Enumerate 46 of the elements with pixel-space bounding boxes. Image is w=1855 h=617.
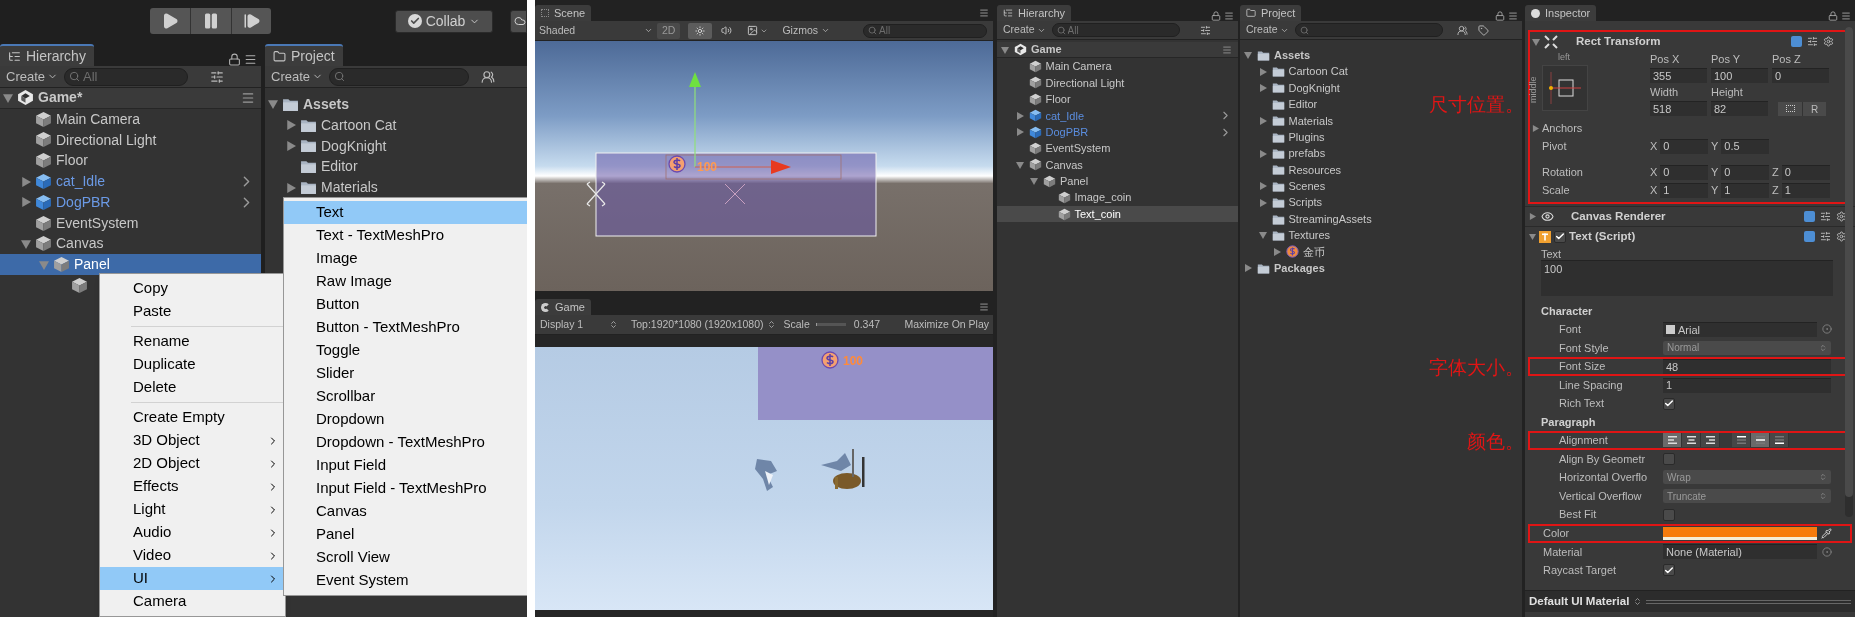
field-label: Text <box>1540 247 1563 260</box>
axis-label: Z <box>1772 182 1779 198</box>
component-title: Rect Transform <box>1576 33 1661 49</box>
axis-label: Z <box>1772 164 1779 180</box>
field-label: Font Style <box>1559 340 1610 356</box>
component-title: Text (Script) <box>1569 228 1636 244</box>
coin-count-text: 100 <box>843 353 864 370</box>
section-title: Character <box>1540 303 1594 319</box>
field-label: Pos Z <box>1772 51 1802 67</box>
section-title: Paragraph <box>1540 414 1597 430</box>
component-title: Canvas Renderer <box>1571 208 1666 224</box>
field-label: Vertical Overflow <box>1559 488 1643 504</box>
field-label: Font <box>1559 322 1582 338</box>
annotation-text: 字体大小。 <box>1429 355 1524 381</box>
field-label: Scale <box>1542 182 1571 198</box>
field-label: Rotation <box>1542 164 1584 180</box>
field-label: Anchors <box>1542 120 1583 136</box>
field-label: Height <box>1711 84 1744 100</box>
field-label: Raycast Target <box>1543 563 1618 579</box>
field-label: Color <box>1543 526 1571 541</box>
scale-value: 0.347 <box>853 316 881 332</box>
axis-label: X <box>1650 164 1658 180</box>
field-label: Font Size <box>1559 359 1607 375</box>
anchor-label: left <box>1558 51 1570 64</box>
field-label: Align By Geometr <box>1559 451 1647 467</box>
field-label: Pos X <box>1650 51 1681 67</box>
scale-label: Scale <box>783 316 810 332</box>
axis-label: X <box>1650 138 1658 154</box>
field-label: Pos Y <box>1711 51 1742 67</box>
field-label: Material <box>1543 544 1584 560</box>
coin-count-text: 100 <box>697 159 718 176</box>
field-label: Horizontal Overflo <box>1559 470 1649 486</box>
field-label: Alignment <box>1559 433 1609 448</box>
axis-label: X <box>1650 182 1658 198</box>
axis-label: Y <box>1711 164 1719 180</box>
field-label: Width <box>1650 84 1680 100</box>
axis-label: Y <box>1711 138 1719 154</box>
field-label: Pivot <box>1542 138 1568 154</box>
field-label: Rich Text <box>1559 396 1606 412</box>
field-label: Line Spacing <box>1559 377 1624 393</box>
anchor-label: middle <box>1526 76 1539 103</box>
material-title: Default UI Material <box>1529 593 1630 609</box>
field-label: Best Fit <box>1559 507 1598 523</box>
annotation-text: 颜色。 <box>1467 428 1524 454</box>
axis-label: Y <box>1711 182 1719 198</box>
annotation-text: 尺寸位置。 <box>1429 92 1524 117</box>
